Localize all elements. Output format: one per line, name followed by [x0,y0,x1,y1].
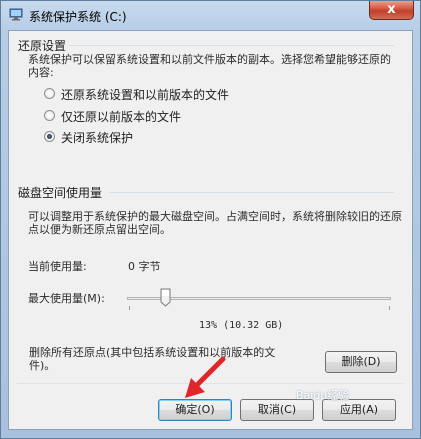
disk-divider [109,192,394,193]
disk-section-title: 磁盘空间使用量 [18,186,103,200]
ok-button[interactable]: 确定(O) [158,399,232,421]
radio-label: 关闭系统保护 [61,131,134,145]
watermark: Baidu经验 [296,389,350,402]
current-usage-value: 0 字节 [128,260,161,273]
max-usage-label: 最大使用量(M): [28,292,105,305]
dialog-window: 系统保护系统 (C:) x 还原设置 系统保护可以保留系统设置和以前文件版本的副… [0,0,421,439]
close-icon: x [387,2,396,17]
restore-divider [69,45,394,46]
radio-button-selected[interactable] [44,131,55,142]
title-bar[interactable]: 系统保护系统 (C:) x [1,1,420,29]
delete-button[interactable]: 删除(D) [325,351,397,373]
restore-description: 系统保护可以保留系统设置和以前文件版本的副本。选择您希望能够还原的内容: [28,53,391,79]
radio-label: 还原系统设置和以前版本的文件 [61,88,230,102]
red-arrow-annotation [185,356,226,398]
close-button[interactable]: x [369,1,414,20]
delete-description: 删除所有还原点(其中包括系统设置和以前版本的文件)。 [29,346,276,372]
disk-description: 可以调整用于系统保护的最大磁盘空间。占满空间时，系统将删除较旧的还原点以便为新还… [28,210,402,236]
max-usage-value: 13% (10.32 GB) [199,320,284,331]
current-usage-label: 当前使用量: [28,260,87,273]
window-title: 系统保护系统 (C:) [29,10,127,24]
restore-section-title: 还原设置 [18,39,67,53]
radio-button[interactable] [44,110,55,121]
slider-tick [129,306,130,310]
max-usage-slider-thumb[interactable] [160,288,171,307]
radio-label: 仅还原以前版本的文件 [61,110,182,124]
computer-icon [9,8,23,21]
radio-button[interactable] [44,88,55,99]
slider-tick [389,306,390,310]
